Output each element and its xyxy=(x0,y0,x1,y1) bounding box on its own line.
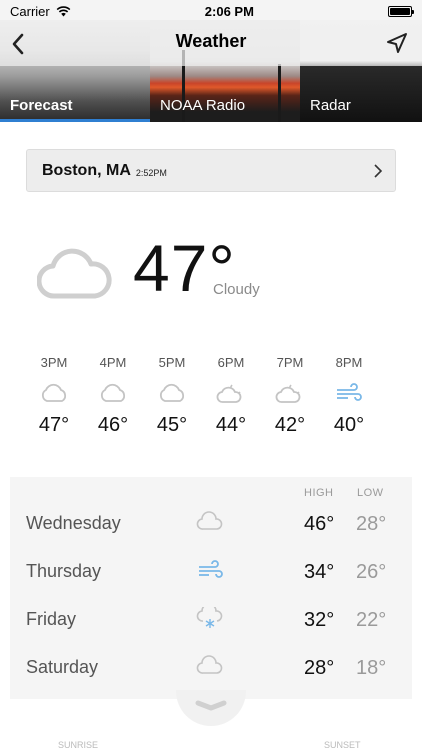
wifi-icon xyxy=(56,5,71,16)
hour-time: 6PM xyxy=(217,355,245,370)
hour-time: 8PM xyxy=(335,355,363,370)
tab-label: NOAA Radio xyxy=(160,96,246,114)
carrier-label: Carrier xyxy=(10,3,50,19)
cloud-icon xyxy=(196,655,223,674)
daily-row: Wednesday 46° 28° xyxy=(10,499,412,547)
day-low: 28° xyxy=(356,513,387,535)
hour-temp: 46° xyxy=(97,414,129,436)
daily-row: Saturday 28° 18° xyxy=(10,643,412,691)
wind-icon xyxy=(199,560,223,578)
hourly-forecast[interactable]: 3PM 47° 4PM 46° 5PM 45° 6PM 44° 7PM 42° … xyxy=(0,354,422,454)
chevron-down-icon xyxy=(195,700,227,711)
tab-forecast[interactable]: Forecast xyxy=(0,88,150,122)
hour-temp: 42° xyxy=(274,414,306,436)
hourly-item: 6PM 44° xyxy=(202,354,260,437)
day-name: Thursday xyxy=(26,561,102,581)
expand-handle[interactable] xyxy=(176,690,246,726)
header: Carrier 2:06 PM Weather Forecast NOAA Ra… xyxy=(0,0,422,122)
high-column-header: HIGH xyxy=(304,487,334,499)
low-column-header: LOW xyxy=(357,487,384,499)
hourly-item: 4PM 46° xyxy=(84,354,142,437)
tab-label: Radar xyxy=(310,96,351,114)
day-high: 34° xyxy=(304,561,335,583)
partly-cloudy-night-icon xyxy=(275,384,301,403)
hour-temp: 44° xyxy=(215,414,247,436)
tab-label: Forecast xyxy=(10,96,73,114)
hourly-item: 8PM 40° xyxy=(320,354,378,437)
sun-times: SUNRISE SUNSET xyxy=(0,740,422,750)
daily-row: Thursday 34° 26° xyxy=(10,547,412,595)
status-bar: Carrier 2:06 PM xyxy=(0,0,422,22)
day-name: Friday xyxy=(26,609,77,629)
day-high: 32° xyxy=(304,609,335,631)
hour-temp: 40° xyxy=(333,414,365,436)
daily-forecast: HIGH LOW Wednesday 46° 28° Thursday 34° … xyxy=(10,477,412,699)
tab-bar: Forecast NOAA Radio Radar xyxy=(0,88,422,122)
status-left: Carrier xyxy=(10,4,71,19)
day-name: Saturday xyxy=(26,657,99,677)
hourly-item: 7PM 42° xyxy=(261,354,319,437)
day-low: 18° xyxy=(356,657,387,679)
cloud-icon xyxy=(100,383,126,402)
sunset-label: SUNSET xyxy=(324,740,361,750)
page-title: Weather xyxy=(175,31,247,51)
cloud-icon xyxy=(37,248,112,299)
hour-temp: 47° xyxy=(38,414,70,436)
cloud-icon xyxy=(41,383,67,402)
cloud-icon xyxy=(159,383,185,402)
location-city: Boston, MA xyxy=(42,161,131,179)
day-name: Wednesday xyxy=(26,513,121,533)
chevron-right-icon xyxy=(374,164,383,178)
hour-time: 5PM xyxy=(158,355,186,370)
hourly-item: 3PM 47° xyxy=(25,354,83,437)
location-updated-time: 2:52PM xyxy=(135,167,167,178)
hour-time: 3PM xyxy=(40,355,68,370)
current-condition: Cloudy xyxy=(213,281,260,298)
battery-icon xyxy=(388,5,414,17)
hour-time: 4PM xyxy=(99,355,127,370)
tab-radar[interactable]: Radar xyxy=(300,88,422,122)
snow-icon xyxy=(196,607,223,628)
location-arrow-icon[interactable] xyxy=(386,32,408,54)
hour-temp: 45° xyxy=(156,414,188,436)
hourly-item: 5PM 45° xyxy=(143,354,201,437)
hour-time: 7PM xyxy=(276,355,304,370)
day-low: 22° xyxy=(356,609,387,631)
daily-row: Friday 32° 22° xyxy=(10,595,412,643)
weather-screen: Carrier 2:06 PM Weather Forecast NOAA Ra… xyxy=(0,0,422,750)
wind-icon xyxy=(337,383,362,401)
day-high: 46° xyxy=(304,513,335,535)
partly-cloudy-night-icon xyxy=(216,384,242,403)
sunrise-label: SUNRISE xyxy=(58,740,99,750)
status-time: 2:06 PM xyxy=(204,3,254,19)
tab-noaa-radio[interactable]: NOAA Radio xyxy=(150,88,300,122)
day-high: 28° xyxy=(304,657,335,679)
day-low: 26° xyxy=(356,561,387,583)
cloud-icon xyxy=(196,511,223,530)
location-selector[interactable]: Boston, MA 2:52PM xyxy=(26,149,396,192)
